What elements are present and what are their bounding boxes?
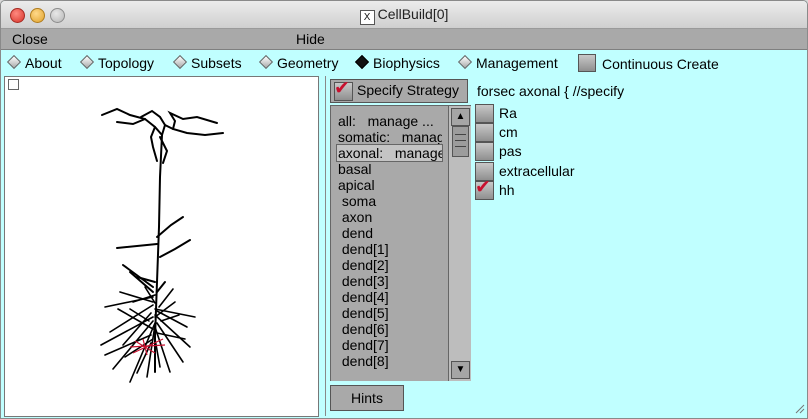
- list-item[interactable]: somatic: manage: [338, 129, 442, 145]
- mechanism-label: extracellular: [499, 163, 575, 179]
- title-bar: X CellBuild[0]: [1, 1, 807, 29]
- radio-indicator-icon: [457, 54, 473, 70]
- radio-indicator-icon: [172, 54, 188, 70]
- radio-label: About: [25, 55, 62, 71]
- radio-indicator-icon: [6, 54, 22, 70]
- radio-label: Management: [476, 55, 558, 71]
- radio-label: Topology: [98, 55, 155, 71]
- list-item[interactable]: dend[4]: [338, 289, 442, 305]
- mechanism-checkbox[interactable]: ✔: [475, 177, 494, 200]
- continuous-create-label: Continuous Create: [602, 56, 719, 72]
- radio-selected-icon: [354, 54, 370, 70]
- radio-biophysics[interactable]: Biophysics: [354, 54, 440, 72]
- radio-label: Biophysics: [373, 55, 440, 71]
- specify-strategy-button[interactable]: ✔ Specify Strategy: [330, 78, 468, 103]
- section-radio-bar: About Topology Subsets Geometry Biophysi…: [1, 50, 807, 76]
- mechanism-checkbox[interactable]: [475, 142, 494, 161]
- list-item[interactable]: dend[8]: [338, 353, 442, 369]
- list-item[interactable]: dend[2]: [338, 257, 442, 273]
- mechanism-label: cm: [499, 124, 518, 140]
- checkmark-icon: ✔: [475, 176, 491, 198]
- list-item[interactable]: soma: [338, 193, 442, 209]
- scroll-down-arrow-icon[interactable]: ▼: [451, 361, 470, 379]
- specify-strategy-label: Specify Strategy: [357, 82, 459, 98]
- neuron-shape-view[interactable]: [4, 76, 319, 417]
- continuous-create-toggle[interactable]: Continuous Create: [578, 54, 719, 72]
- checkmark-icon: ✔: [334, 77, 350, 99]
- radio-about[interactable]: About: [6, 54, 62, 72]
- radio-topology[interactable]: Topology: [79, 54, 154, 72]
- neuron-morphology-graphic: [100, 107, 224, 383]
- scroll-up-arrow-icon[interactable]: ▲: [451, 108, 470, 126]
- list-item[interactable]: all: manage ...: [338, 113, 442, 129]
- list-item[interactable]: dend[5]: [338, 305, 442, 321]
- resize-grip-icon[interactable]: [793, 402, 805, 414]
- checkbox-icon: [578, 54, 596, 72]
- hints-row: Hints: [326, 381, 471, 416]
- close-menu[interactable]: Close: [12, 31, 48, 47]
- mechanism-label: Ra: [499, 105, 517, 121]
- list-item[interactable]: dend[3]: [338, 273, 442, 289]
- cellbuild-window: X CellBuild[0] Close Hide About Topology …: [0, 0, 808, 419]
- list-scrollbar[interactable]: ▲ ▼: [448, 106, 472, 382]
- subset-list: all: manage ... somatic: manage axonal: …: [330, 105, 473, 383]
- hide-menu[interactable]: Hide: [296, 31, 325, 47]
- mechanism-label: hh: [499, 182, 515, 198]
- mechanism-checkbox[interactable]: [475, 104, 494, 123]
- radio-management[interactable]: Management: [457, 54, 558, 72]
- mechanism-label: pas: [499, 143, 522, 159]
- radio-label: Subsets: [191, 55, 242, 71]
- radio-indicator-icon: [79, 54, 95, 70]
- strategy-panel: ✔ Specify Strategy all: manage ... somat…: [325, 76, 473, 416]
- list-item[interactable]: dend[7]: [338, 337, 442, 353]
- list-item[interactable]: apical: [338, 177, 442, 193]
- list-item[interactable]: dend[1]: [338, 241, 442, 257]
- list-item[interactable]: basal: [338, 161, 442, 177]
- list-item[interactable]: dend[6]: [338, 321, 442, 337]
- mechanism-panel: forsec axonal { //specify Ra cm pas extr…: [471, 76, 807, 416]
- forsec-heading: forsec axonal { //specify: [477, 83, 625, 99]
- radio-label: Geometry: [277, 55, 339, 71]
- radio-geometry[interactable]: Geometry: [258, 54, 338, 72]
- scroll-thumb[interactable]: [452, 126, 469, 157]
- specify-strategy-checkbox[interactable]: ✔: [334, 78, 353, 101]
- hints-button[interactable]: Hints: [330, 385, 404, 411]
- window-title-text: CellBuild[0]: [377, 6, 449, 22]
- list-item[interactable]: dend: [338, 225, 442, 241]
- mechanism-checkbox[interactable]: [475, 123, 494, 142]
- x11-icon: X: [359, 10, 375, 25]
- radio-indicator-icon: [258, 54, 274, 70]
- list-item[interactable]: axon: [338, 209, 442, 225]
- menu-bar: Close Hide: [1, 29, 807, 50]
- list-item-selected[interactable]: axonal: manage: [336, 144, 443, 162]
- window-title: X CellBuild[0]: [1, 6, 807, 25]
- radio-subsets[interactable]: Subsets: [172, 54, 242, 72]
